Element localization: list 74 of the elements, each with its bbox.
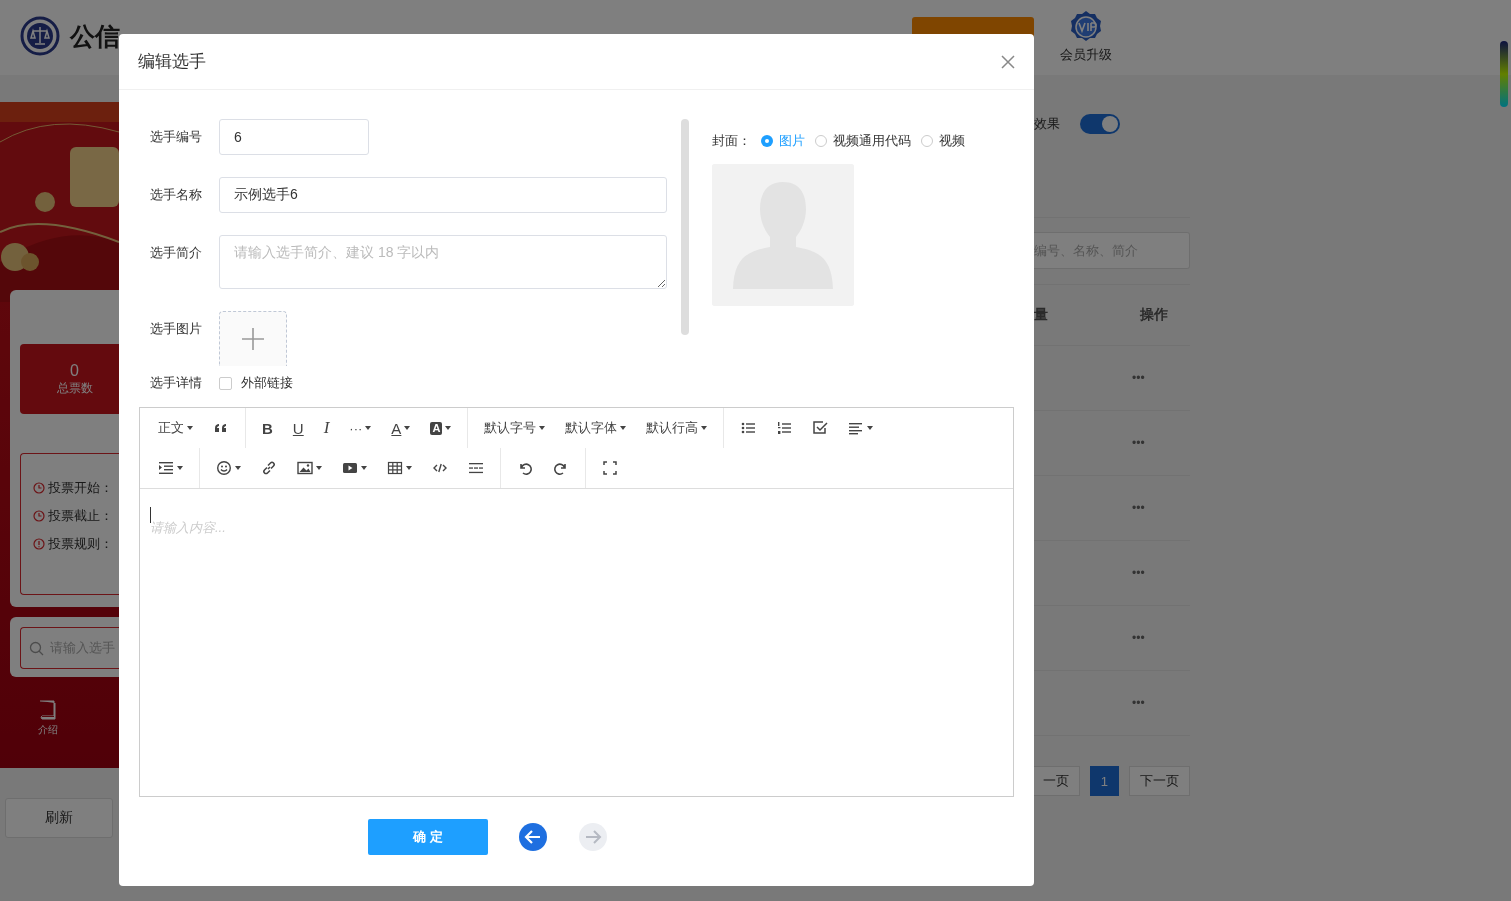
cover-option[interactable]: 图片 <box>761 132 805 150</box>
font-color-button[interactable]: A <box>381 413 421 443</box>
radio-button[interactable] <box>761 135 773 147</box>
dialog-title: 编辑选手 <box>138 51 206 73</box>
cover-label: 封面： <box>712 132 751 150</box>
column-header: 量 <box>1034 306 1049 324</box>
total-votes-count: 0 <box>70 361 79 380</box>
external-link-checkbox[interactable]: 外部链接 <box>219 374 293 392</box>
checkbox[interactable] <box>219 376 232 390</box>
checkbox-list-icon <box>812 420 829 436</box>
bold-button[interactable]: B <box>252 413 283 443</box>
number-field[interactable]: 6 <box>219 119 369 155</box>
background-color-button[interactable]: A <box>420 413 462 443</box>
numbered-list-icon <box>776 420 793 436</box>
text-cursor <box>150 507 151 523</box>
format-dropdown[interactable]: 默认字号 <box>474 413 556 443</box>
table-icon <box>387 460 403 476</box>
fullscreen-icon <box>602 460 618 476</box>
clock-icon <box>33 482 45 494</box>
more-actions-button[interactable]: ••• <box>1132 566 1145 580</box>
page-button[interactable]: 1 <box>1089 766 1119 796</box>
effect-toggle[interactable] <box>1080 114 1120 134</box>
field-label: 选手图片 <box>150 320 203 338</box>
intro-field[interactable]: 请输入选手简介、建议 18 字以内 <box>219 235 667 289</box>
more-actions-button[interactable]: ••• <box>1132 631 1145 645</box>
info-label: 投票截止： <box>48 507 113 525</box>
redo-icon <box>553 460 569 476</box>
link-icon <box>261 460 277 476</box>
more-actions-button[interactable]: ••• <box>1132 436 1145 450</box>
field-label: 选手详情 <box>150 374 203 392</box>
search-icon <box>29 640 44 656</box>
more-actions-button[interactable]: ••• <box>1132 371 1145 385</box>
format-dropdown[interactable]: 默认行高 <box>636 413 718 443</box>
radio-button[interactable] <box>815 135 827 147</box>
more-actions-button[interactable]: ••• <box>1132 501 1145 515</box>
logo-text: 公信 <box>70 21 120 52</box>
info-label: 投票开始： <box>48 479 113 497</box>
confirm-button[interactable]: 确 定 <box>368 819 488 855</box>
divider-icon <box>468 460 484 476</box>
more-actions-button[interactable]: ••• <box>1132 696 1145 710</box>
scrollbar[interactable] <box>681 119 689 335</box>
clock-icon <box>33 510 45 522</box>
field-label: 选手名称 <box>150 186 203 204</box>
alert-icon <box>33 538 45 550</box>
bullet-list-icon <box>740 420 757 436</box>
vip-upgrade-label[interactable]: 会员升级 <box>1060 46 1112 64</box>
italic-button[interactable]: I <box>313 413 340 443</box>
video-icon <box>342 460 358 476</box>
total-votes-label: 总票数 <box>56 379 93 397</box>
more-button[interactable]: ··· <box>339 413 382 443</box>
emoji-icon <box>216 460 232 476</box>
cover-option[interactable]: 视频 <box>921 132 965 150</box>
format-dropdown[interactable]: 正文 <box>148 413 203 443</box>
scrollbar[interactable] <box>1500 41 1508 107</box>
info-label: 投票规则： <box>48 535 113 553</box>
intro-label[interactable]: 介绍 <box>38 723 58 737</box>
indent-icon <box>158 460 174 476</box>
undo-icon <box>517 460 533 476</box>
align-icon <box>848 420 865 436</box>
vip-badge-icon <box>1069 10 1103 44</box>
field-label: 选手简介 <box>150 244 203 262</box>
name-field[interactable]: 示例选手6 <box>219 177 667 213</box>
effect-label: 效果 <box>1034 115 1060 133</box>
underline-button[interactable]: U <box>282 413 314 443</box>
image-icon <box>297 460 313 476</box>
cover-option[interactable]: 视频通用代码 <box>815 132 911 150</box>
plus-icon <box>241 327 265 351</box>
field-label: 选手编号 <box>150 128 203 146</box>
close-icon[interactable] <box>1000 53 1016 70</box>
format-dropdown[interactable]: 默认字体 <box>555 413 637 443</box>
radio-button[interactable] <box>921 135 933 147</box>
refresh-button[interactable]: 刷新 <box>5 798 113 838</box>
scales-logo-icon <box>20 16 60 56</box>
column-header: 操作 <box>1140 306 1168 324</box>
